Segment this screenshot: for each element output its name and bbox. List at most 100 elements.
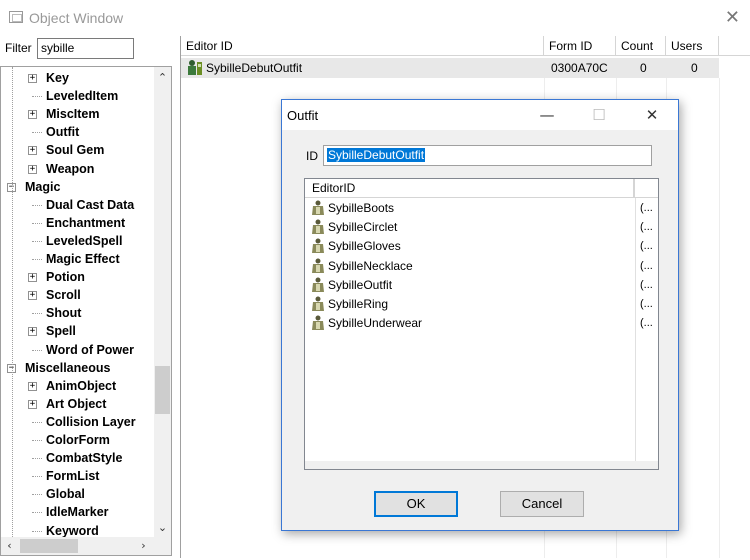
tree-item-label: CombatStyle: [46, 451, 123, 466]
column-header-editor-id[interactable]: Editor ID: [181, 36, 544, 56]
scroll-right-icon[interactable]: ›: [135, 537, 152, 555]
row-form-id: 0300A70C: [551, 61, 608, 75]
expand-icon[interactable]: +: [28, 74, 37, 83]
scroll-up-icon[interactable]: ⌃: [154, 69, 171, 86]
tree-item-label: Magic Effect: [46, 252, 120, 266]
hscroll-thumb[interactable]: [20, 539, 78, 553]
armor-icon: [312, 315, 324, 331]
ok-button[interactable]: OK: [374, 491, 458, 517]
tree-item[interactable]: Key: [46, 69, 69, 87]
tree-item-label: Spell: [46, 324, 76, 339]
expand-icon[interactable]: +: [28, 381, 37, 391]
item-name: SybilleRing: [328, 297, 389, 311]
id-field[interactable]: SybilleDebutOutfit: [323, 145, 652, 166]
category-tree[interactable]: Key + LeveledItem MiscItem + Outfit Soul Gem + W…: [0, 66, 172, 556]
tree-connector: [32, 349, 42, 351]
armor-icon: [312, 219, 324, 235]
tree-item-label: Collision Layer: [46, 414, 136, 429]
close-icon[interactable]: ✕: [637, 104, 667, 126]
tree-item[interactable]: Global: [46, 485, 85, 503]
scroll-left-icon[interactable]: ‹: [1, 537, 18, 555]
tree-item-label: Keyword: [46, 523, 99, 538]
tree-item[interactable]: Soul Gem: [46, 141, 104, 159]
tree-item[interactable]: MiscItem: [46, 105, 100, 123]
scroll-down-icon[interactable]: ⌄: [154, 519, 171, 536]
item-extra: (...: [640, 298, 653, 310]
armor-icon: [312, 200, 324, 215]
tree-item[interactable]: Shout: [46, 304, 81, 322]
id-label: ID: [306, 149, 318, 163]
tree-item[interactable]: Miscellaneous: [25, 359, 110, 377]
tree-item[interactable]: Enchantment: [46, 214, 125, 232]
tree-connector: [32, 96, 42, 98]
scroll-thumb[interactable]: [155, 366, 170, 414]
item-extra: (...: [640, 259, 653, 272]
tree-item[interactable]: Magic: [25, 178, 60, 196]
tree-item[interactable]: Dual Cast Data: [46, 196, 134, 214]
tree-item[interactable]: AnimObject: [46, 377, 116, 395]
tree-item-label: Art Object: [46, 396, 107, 411]
tree-item[interactable]: IdleMarker: [46, 503, 109, 521]
tree-item[interactable]: Word of Power: [46, 341, 134, 359]
column-header-count[interactable]: Count: [616, 36, 666, 56]
tree-item[interactable]: ColorForm: [46, 431, 110, 449]
item-extra: (...: [640, 278, 653, 291]
list-item[interactable]: SybilleOutfit (...: [305, 276, 658, 295]
filter-input[interactable]: sybille: [37, 38, 134, 59]
expand-icon[interactable]: +: [28, 164, 37, 174]
maximize-icon: ☐: [592, 106, 606, 124]
armor-icon: [312, 296, 324, 311]
row-editor-id: SybilleDebutOutfit: [206, 61, 303, 75]
tree-item[interactable]: Potion: [46, 268, 85, 286]
column-header-extra[interactable]: [635, 179, 658, 198]
tree-item[interactable]: Art Object: [46, 395, 106, 413]
tree-item-label: Magic: [25, 179, 61, 194]
expand-icon[interactable]: +: [28, 327, 37, 337]
tree-vertical-scrollbar[interactable]: ⌃ ⌄: [154, 67, 171, 537]
dialog-title: Outfit: [287, 108, 319, 123]
list-item[interactable]: SybilleNecklace (...: [305, 257, 658, 276]
expand-icon[interactable]: +: [28, 273, 37, 283]
item-name: SybilleBoots: [328, 201, 395, 215]
minimize-icon[interactable]: —: [532, 104, 562, 126]
list-item[interactable]: SybilleRing (...: [305, 295, 658, 314]
column-header-editorid[interactable]: EditorID: [305, 179, 635, 198]
item-name: SybilleUnderwear: [328, 316, 423, 331]
tree-item[interactable]: Magic Effect: [46, 250, 120, 268]
tree-item[interactable]: Collision Layer: [46, 413, 136, 431]
id-field-value: SybilleDebutOutfit: [327, 148, 426, 162]
expand-icon[interactable]: +: [28, 399, 37, 409]
tree-item[interactable]: Scroll: [46, 286, 81, 304]
expand-icon[interactable]: +: [28, 110, 37, 120]
expand-icon[interactable]: +: [28, 146, 37, 156]
outfit-items-list[interactable]: EditorID SybilleBoots (... SybilleCirclet (…: [304, 178, 659, 470]
armor-icon: [312, 258, 324, 273]
tree-connector: [32, 530, 42, 532]
tree-item[interactable]: FormList: [46, 467, 99, 485]
tree-item[interactable]: Weapon: [46, 160, 94, 178]
column-header-form-id[interactable]: Form ID: [544, 36, 616, 56]
expand-icon[interactable]: +: [28, 291, 37, 301]
tree-horizontal-scrollbar[interactable]: ‹ ›: [1, 537, 171, 555]
tree-item-label: AnimObject: [46, 378, 117, 393]
row-users: 0: [691, 61, 698, 75]
list-item[interactable]: SybilleCirclet (...: [305, 218, 658, 237]
list-item[interactable]: SybilleBoots (...: [305, 199, 658, 218]
armor-icon: [312, 277, 324, 292]
tree-item[interactable]: CombatStyle: [46, 449, 122, 467]
items-horizontal-scrollbar[interactable]: [305, 461, 658, 469]
list-item[interactable]: SybilleUnderwear (...: [305, 314, 658, 333]
item-extra: (...: [640, 202, 653, 214]
table-row[interactable]: SybilleDebutOutfit 0300A70C 0 0: [181, 58, 719, 78]
list-header: Editor ID Form ID Count Users: [181, 36, 750, 56]
cancel-button[interactable]: Cancel: [500, 491, 584, 517]
column-header-users[interactable]: Users: [666, 36, 719, 56]
tree-item[interactable]: LeveledItem: [46, 87, 118, 105]
tree-item[interactable]: Spell: [46, 322, 76, 340]
list-item[interactable]: SybilleGloves (...: [305, 237, 658, 256]
tree-item[interactable]: Outfit: [46, 123, 79, 141]
row-count: 0: [640, 61, 647, 75]
window-close-icon[interactable]: ✕: [725, 7, 740, 28]
tree-item[interactable]: LeveledSpell: [46, 232, 122, 250]
tree-connector: [32, 512, 42, 514]
